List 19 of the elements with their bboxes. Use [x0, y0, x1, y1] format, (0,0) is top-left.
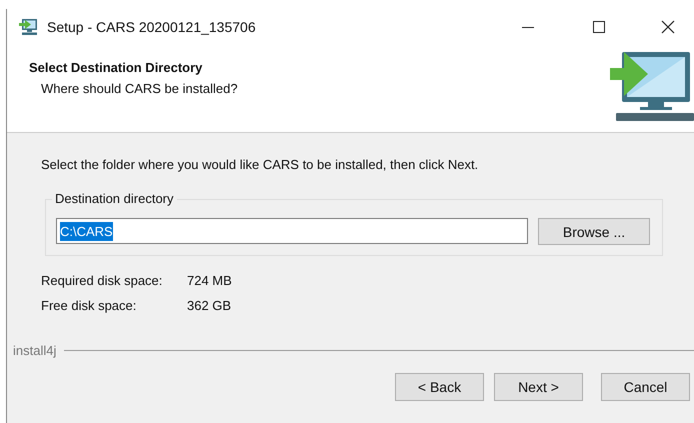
disk-value: 724 MB [187, 273, 233, 288]
instruction-text: Select the folder where you would like CARS to be installed, then click Next. [41, 157, 480, 172]
next-button[interactable]: Next > [494, 373, 583, 401]
page-subtitle: Where should CARS be installed? [41, 81, 238, 96]
disk-label: Free disk space: [41, 298, 138, 313]
back-button[interactable]: < Back [395, 373, 484, 401]
window-title: Setup - CARS 20200121_135706 [47, 19, 256, 35]
disk-value: 362 GB [187, 298, 232, 313]
brand-label: install4j [13, 343, 56, 358]
computer-icon [610, 50, 694, 122]
page-title: Select Destination Directory [29, 60, 204, 75]
close-icon[interactable] [661, 20, 675, 34]
group-label: Destination directory [52, 191, 176, 206]
directory-field[interactable]: C:\CARS [56, 218, 528, 244]
browse-button[interactable]: Browse ... [538, 218, 650, 245]
setup-icon [19, 18, 39, 36]
cancel-button[interactable]: Cancel [601, 373, 690, 401]
maximize-icon[interactable] [592, 20, 606, 34]
disk-label: Required disk space: [41, 273, 164, 288]
